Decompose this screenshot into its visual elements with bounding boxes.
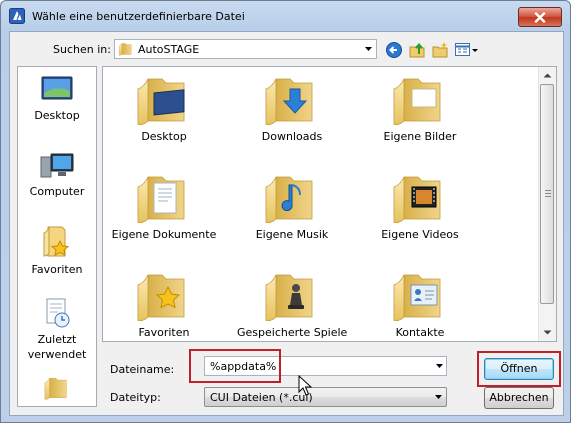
scroll-thumb[interactable] (540, 84, 554, 304)
file-item-downloads[interactable]: Downloads (237, 75, 347, 143)
place-favorites[interactable]: Favoriten (18, 225, 96, 277)
vertical-scrollbar[interactable] (538, 67, 556, 341)
saved-games-folder-icon (262, 271, 322, 321)
file-label: Desktop (141, 130, 187, 143)
new-folder-icon[interactable] (431, 41, 449, 59)
close-button[interactable] (518, 7, 562, 27)
lookin-combo[interactable]: AutoSTAGE (114, 39, 377, 59)
file-item-desktop[interactable]: Desktop (109, 75, 219, 143)
file-list[interactable]: Desktop Downloads Eigene Bilder Eigene D… (102, 66, 557, 342)
desktop-folder-icon (134, 75, 185, 125)
view-menu-icon[interactable] (454, 41, 480, 59)
file-label: Kontakte (395, 326, 445, 339)
place-label: Computer (29, 185, 85, 198)
favorites-icon (43, 226, 70, 257)
file-label: Eigene Bilder (383, 130, 457, 143)
place-label: Zuletzt verwendet (27, 333, 87, 361)
recent-icon (46, 298, 70, 328)
open-button-highlight-box (477, 351, 561, 387)
filetype-select[interactable]: CUI Dateien (*.cui) (204, 387, 447, 407)
place-label: Desktop (34, 109, 80, 122)
chevron-down-icon (365, 47, 372, 51)
downloads-folder-icon (262, 75, 322, 125)
file-item-documents[interactable]: Eigene Dokumente (109, 173, 219, 241)
music-folder-icon (262, 173, 322, 223)
videos-folder-icon (390, 173, 450, 223)
place-desktop[interactable]: Desktop (18, 75, 96, 123)
mouse-cursor-icon (298, 375, 312, 396)
computer-icon (40, 153, 74, 178)
folder-icon (43, 371, 71, 405)
lookin-value: AutoSTAGE (138, 43, 200, 56)
cancel-button[interactable]: Abbrechen (484, 387, 554, 409)
chevron-down-icon[interactable] (436, 364, 443, 368)
file-label: Gespeicherte Spiele (237, 326, 348, 339)
title-bar[interactable]: Wähle eine benutzerdefinierbare Datei (1, 1, 570, 31)
place-recent[interactable]: Zuletzt verwendet (18, 297, 96, 362)
window-title: Wähle eine benutzerdefinierbare Datei (32, 10, 245, 23)
file-label: Eigene Dokumente (111, 228, 217, 241)
file-item-saved-games[interactable]: Gespeicherte Spiele (237, 271, 347, 339)
desktop-icon (41, 76, 73, 100)
favorites-folder-icon (134, 271, 194, 321)
scroll-up-icon[interactable] (543, 71, 552, 80)
close-icon (534, 11, 546, 23)
filetype-label: Dateityp: (110, 391, 161, 404)
dialog-window: Wähle eine benutzerdefinierbare Datei Su… (0, 0, 571, 423)
places-bar: Desktop Computer Favoriten Zuletzt verwe… (17, 66, 97, 407)
back-icon[interactable] (385, 41, 403, 59)
file-label: Downloads (261, 130, 323, 143)
file-item-videos[interactable]: Eigene Videos (365, 173, 475, 241)
chevron-down-icon (435, 395, 442, 399)
filename-label: Dateiname: (110, 363, 175, 376)
dialog-client: Suchen in: AutoSTAGE Desktop Computer Fa… (9, 31, 564, 416)
file-item-contacts[interactable]: Kontakte (365, 271, 475, 339)
pictures-folder-icon (390, 75, 450, 125)
filename-highlight-box (189, 349, 281, 383)
scroll-down-icon[interactable] (543, 328, 552, 337)
file-item-pictures[interactable]: Eigene Bilder (365, 75, 475, 143)
file-item-favorites[interactable]: Favoriten (109, 271, 219, 339)
up-folder-icon[interactable] (408, 41, 426, 59)
folder-icon (118, 42, 134, 56)
file-label: Favoriten (138, 326, 190, 339)
place-computer[interactable]: Computer (18, 151, 96, 199)
app-icon (9, 8, 25, 24)
file-label: Eigene Musik (255, 228, 329, 241)
documents-folder-icon (134, 173, 194, 223)
contacts-folder-icon (390, 271, 450, 321)
place-folder[interactable] (18, 371, 96, 405)
lookin-label: Suchen in: (53, 43, 111, 56)
grip-icon (545, 190, 551, 197)
place-label: Favoriten (31, 263, 83, 276)
file-label: Eigene Videos (381, 228, 459, 241)
file-item-music[interactable]: Eigene Musik (237, 173, 347, 241)
